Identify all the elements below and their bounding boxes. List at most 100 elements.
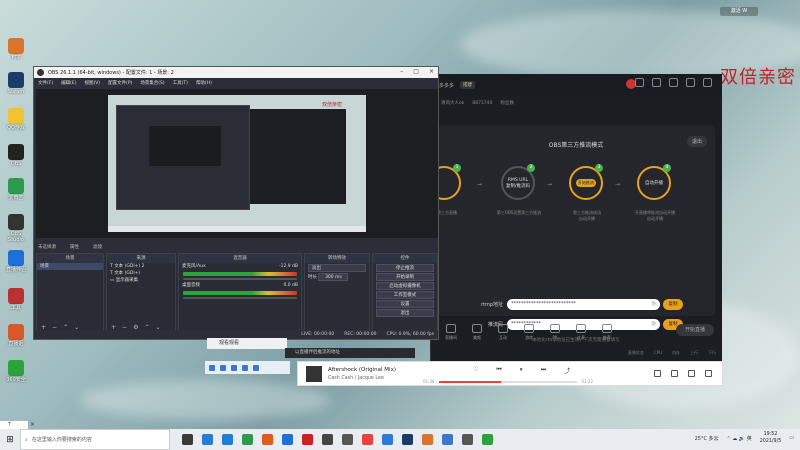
lyrics-icon[interactable]	[688, 370, 695, 377]
taskbar-app-icon[interactable]	[382, 434, 393, 445]
desktop-icon[interactable]: 直播伴侣	[3, 250, 29, 273]
desktop-icon[interactable]: 工具	[3, 288, 29, 311]
weather[interactable]: 25°C 多云	[695, 435, 719, 442]
assistant-tool[interactable]: 连麦	[569, 323, 593, 341]
desktop-icon[interactable]: FTP	[3, 38, 29, 61]
assistant-tool[interactable]: 游戏	[517, 323, 541, 341]
desktop-icon[interactable]: Steam	[3, 72, 29, 95]
tool-icon[interactable]	[231, 364, 237, 371]
scene-item[interactable]: 场景	[37, 263, 103, 270]
transition-select[interactable]: 淡出	[308, 264, 366, 272]
menu-item[interactable]: 工具(T)	[173, 80, 188, 86]
tray-icons[interactable]: ⌃ ☁ 🔊 英	[727, 435, 752, 442]
menu-item[interactable]: 视图(V)	[84, 80, 100, 86]
duration-input[interactable]: 300 ms	[318, 273, 349, 281]
progress-track[interactable]	[438, 380, 578, 383]
rtmp-field[interactable]: ************************** 隐	[507, 298, 660, 310]
pause-icon[interactable]: ⏸	[520, 366, 523, 375]
tool-icon[interactable]	[253, 364, 259, 371]
source-item[interactable]: T 文本 (GDI+) 2	[107, 263, 175, 270]
maximize-icon[interactable]: □	[413, 68, 419, 75]
volume-icon[interactable]	[671, 370, 678, 377]
tool-icon[interactable]	[242, 364, 248, 371]
taskbar-app-icon[interactable]	[442, 434, 453, 445]
desktop-icon[interactable]: QQ游戏	[3, 108, 29, 131]
share-icon[interactable]	[703, 78, 712, 87]
tool-icon[interactable]	[209, 364, 215, 371]
minimize-icon[interactable]: –	[400, 68, 403, 75]
assistant-tool[interactable]: PK	[543, 324, 567, 340]
menu-item[interactable]: 文件(F)	[38, 80, 53, 86]
source-item[interactable]: ▭ 显示器采集	[107, 277, 175, 284]
mode-icon[interactable]	[654, 370, 661, 377]
obs-preview[interactable]: 双倍亲密	[36, 89, 438, 238]
control-button[interactable]: 工作室模式	[376, 291, 434, 299]
taskbar-app-icon[interactable]	[422, 434, 433, 445]
clock[interactable]: 19:52 2021/9/5	[760, 431, 782, 445]
rtmp-label: rtmp地址	[480, 301, 503, 308]
song-title[interactable]: Aftershock (Original Mix)	[328, 367, 408, 373]
assistant-tool[interactable]: 直播间	[439, 323, 463, 341]
taskbar-app-icon[interactable]	[402, 434, 413, 445]
desktop-icon[interactable]: 爱奇艺	[3, 178, 29, 201]
taskbar-app-icon[interactable]	[482, 434, 493, 445]
like-icon[interactable]: ♡	[473, 366, 478, 375]
tool-icon[interactable]	[220, 364, 226, 371]
desktop-icon[interactable]: 360安全	[3, 360, 29, 383]
menu-item[interactable]: 帮助(H)	[196, 80, 212, 86]
next-icon[interactable]: ⏭	[541, 366, 546, 375]
exit-button[interactable]: 退出	[686, 136, 707, 147]
assistant-tool[interactable]: 推荐	[595, 323, 619, 341]
previous-icon[interactable]: ⏮	[496, 366, 501, 375]
assistant-tool[interactable]: 互动	[491, 323, 515, 341]
taskbar-app-icon[interactable]	[242, 434, 253, 445]
notification-icon[interactable]: ▭	[789, 435, 794, 441]
volume-slider[interactable]	[183, 297, 297, 299]
source-item[interactable]: T 文本 (GDI+)	[107, 270, 175, 277]
desktop-icon[interactable]: OBS Studio	[3, 214, 29, 243]
close-icon[interactable]: ×	[429, 68, 434, 75]
assistant-tool[interactable]: 美颜	[465, 323, 489, 341]
control-button[interactable]: 设置	[376, 300, 434, 308]
eye-icon[interactable]: 隐	[652, 299, 657, 310]
assistant-tab[interactable]: 多多多	[439, 82, 454, 89]
menu-item[interactable]: 编辑(E)	[61, 80, 76, 86]
copy-rtmp-button[interactable]: 复制	[663, 298, 683, 310]
taskbar-search[interactable]: ⌕ 在这里输入你要搜索的内容	[20, 429, 170, 450]
taskbar-app-icon[interactable]	[202, 434, 213, 445]
taskbar-app-icon[interactable]	[322, 434, 333, 445]
playlist-icon[interactable]	[705, 370, 712, 377]
song-artist[interactable]: Cash Cash / Jacque Lee	[328, 376, 408, 381]
close-icon[interactable]: ×	[30, 421, 35, 428]
windows-start-icon[interactable]: ⊞	[0, 435, 20, 445]
taskbar-app-icon[interactable]	[262, 434, 273, 445]
bookmark-icon[interactable]	[669, 78, 678, 87]
trash-icon[interactable]	[652, 78, 661, 87]
album-cover[interactable]	[306, 365, 322, 382]
menu-item[interactable]: 配置文件(P)	[108, 80, 132, 86]
desktop-icon[interactable]: 直播姬	[3, 324, 29, 347]
menu-item[interactable]: 场景集合(S)	[140, 80, 164, 86]
share-icon[interactable]: ⤴	[564, 366, 570, 375]
taskbar-app-icon[interactable]	[282, 434, 293, 445]
taskbar-app-icon[interactable]	[462, 434, 473, 445]
taskbar-app-icon[interactable]	[302, 434, 313, 445]
shield-icon[interactable]	[635, 78, 644, 87]
taskbar-app-icon[interactable]	[222, 434, 233, 445]
volume-slider[interactable]	[183, 278, 297, 280]
desktop-icon[interactable]: OBS	[3, 144, 29, 167]
floating-window[interactable]: 观看观看	[207, 338, 287, 349]
properties-button[interactable]: 属性	[70, 244, 79, 250]
progress-bar[interactable]: 01:38 03:22	[423, 379, 593, 384]
control-button[interactable]: 停止推流	[376, 264, 434, 272]
start-live-button[interactable]: 开始直播	[676, 324, 714, 336]
bell-icon[interactable]	[686, 78, 695, 87]
control-button[interactable]: 退出	[376, 309, 434, 317]
control-button[interactable]: 开始录制	[376, 273, 434, 281]
filters-button[interactable]: 滤镜	[93, 244, 102, 250]
control-button[interactable]: 启动虚拟摄像机	[376, 282, 434, 290]
taskbar-app-icon[interactable]	[182, 434, 193, 445]
taskbar-app-icon[interactable]	[342, 434, 353, 445]
taskbar-app-icon[interactable]	[362, 434, 373, 445]
transitions-dock: 转场特效 淡出 时长 300 ms	[304, 253, 370, 333]
